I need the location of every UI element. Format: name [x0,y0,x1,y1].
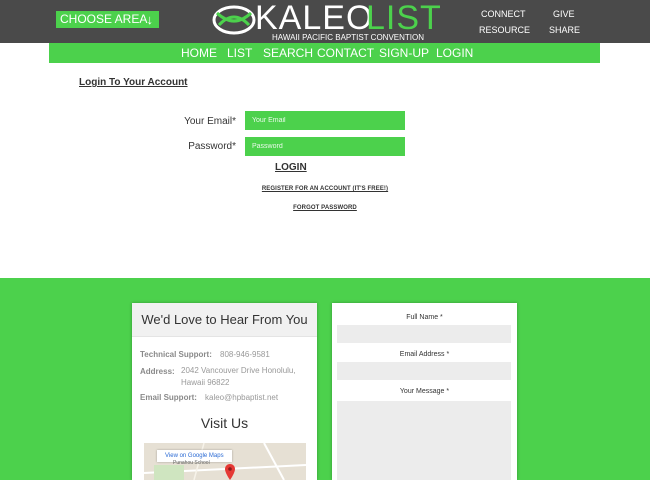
kaleolist-logo[interactable]: KALEO LIST HAWAII PACIFIC BAPTIST CONVEN… [211,0,442,43]
email-label: Your Email* [184,116,236,127]
password-label: Password* [188,141,236,152]
visit-us-heading: Visit Us [200,415,249,431]
nav-contact[interactable]: CONTACT [317,46,374,60]
main-nav: HOME LIST SEARCH CONTACT SIGN-UP LOGIN [49,43,600,63]
message-label: Your Message * [399,388,450,395]
login-button[interactable]: LOGIN [275,162,307,173]
page: CHOOSE AREA ↓ KALEO LIST HAWAII PACIFIC … [0,0,650,480]
choose-area-button[interactable]: CHOOSE AREA ↓ [56,11,159,28]
address-label: Address: [140,367,175,376]
map-pin-icon [225,464,235,480]
tech-support-phone[interactable]: 808-946-9581 [220,349,270,361]
full-name-field[interactable] [337,325,511,343]
contact-heading: We'd Love to Hear From You [132,303,317,337]
logo-text-list: LIST [366,0,442,37]
address-line2: Hawaii 96822 [181,378,230,387]
contact-section [0,278,650,480]
site-header: CHOOSE AREA ↓ KALEO LIST HAWAII PACIFIC … [0,0,650,43]
resource-link[interactable]: RESOURCE [479,25,530,35]
logo-text-kaleo: KALEO [255,0,374,37]
share-link[interactable]: SHARE [549,25,580,35]
contact-form-card: Full Name * Email Address * Your Message… [332,303,517,480]
email-address-field[interactable] [337,362,511,380]
tech-support-label: Technical Support: [140,350,212,359]
map-embed[interactable]: View on Google Maps Punahou School [144,443,306,480]
address-line1: 2042 Vancouver Drive Honolulu, [181,366,296,375]
logo-tagline: HAWAII PACIFIC BAPTIST CONVENTION [272,33,425,42]
give-link[interactable]: GIVE [553,9,575,19]
nav-signup[interactable]: SIGN-UP [379,46,429,60]
forgot-password-link[interactable]: FORGOT PASSWORD [0,205,650,211]
choose-area-label: CHOOSE AREA [60,12,148,26]
email-field[interactable] [245,111,405,130]
email-address-label: Email Address * [399,351,450,358]
register-link[interactable]: REGISTER FOR AN ACCOUNT (IT'S FREE!) [0,186,650,192]
page-title: Login To Your Account [79,77,188,88]
email-support-label: Email Support: [140,393,197,402]
globe-ring-icon [212,5,256,35]
map-place-label: Punahou School [173,460,210,466]
email-support-address[interactable]: kaleo@hpbaptist.net [205,392,278,404]
message-field[interactable] [337,401,511,480]
connect-link[interactable]: CONNECT [481,9,526,19]
password-field[interactable] [245,137,405,156]
full-name-label: Full Name * [406,314,443,321]
contact-info-card: We'd Love to Hear From You Technical Sup… [132,303,317,480]
nav-list[interactable]: LIST [227,46,252,60]
nav-login[interactable]: LOGIN [436,46,473,60]
nav-home[interactable]: HOME [181,46,217,60]
arrow-down-icon: ↓ [146,12,154,27]
nav-search[interactable]: SEARCH [263,46,313,60]
